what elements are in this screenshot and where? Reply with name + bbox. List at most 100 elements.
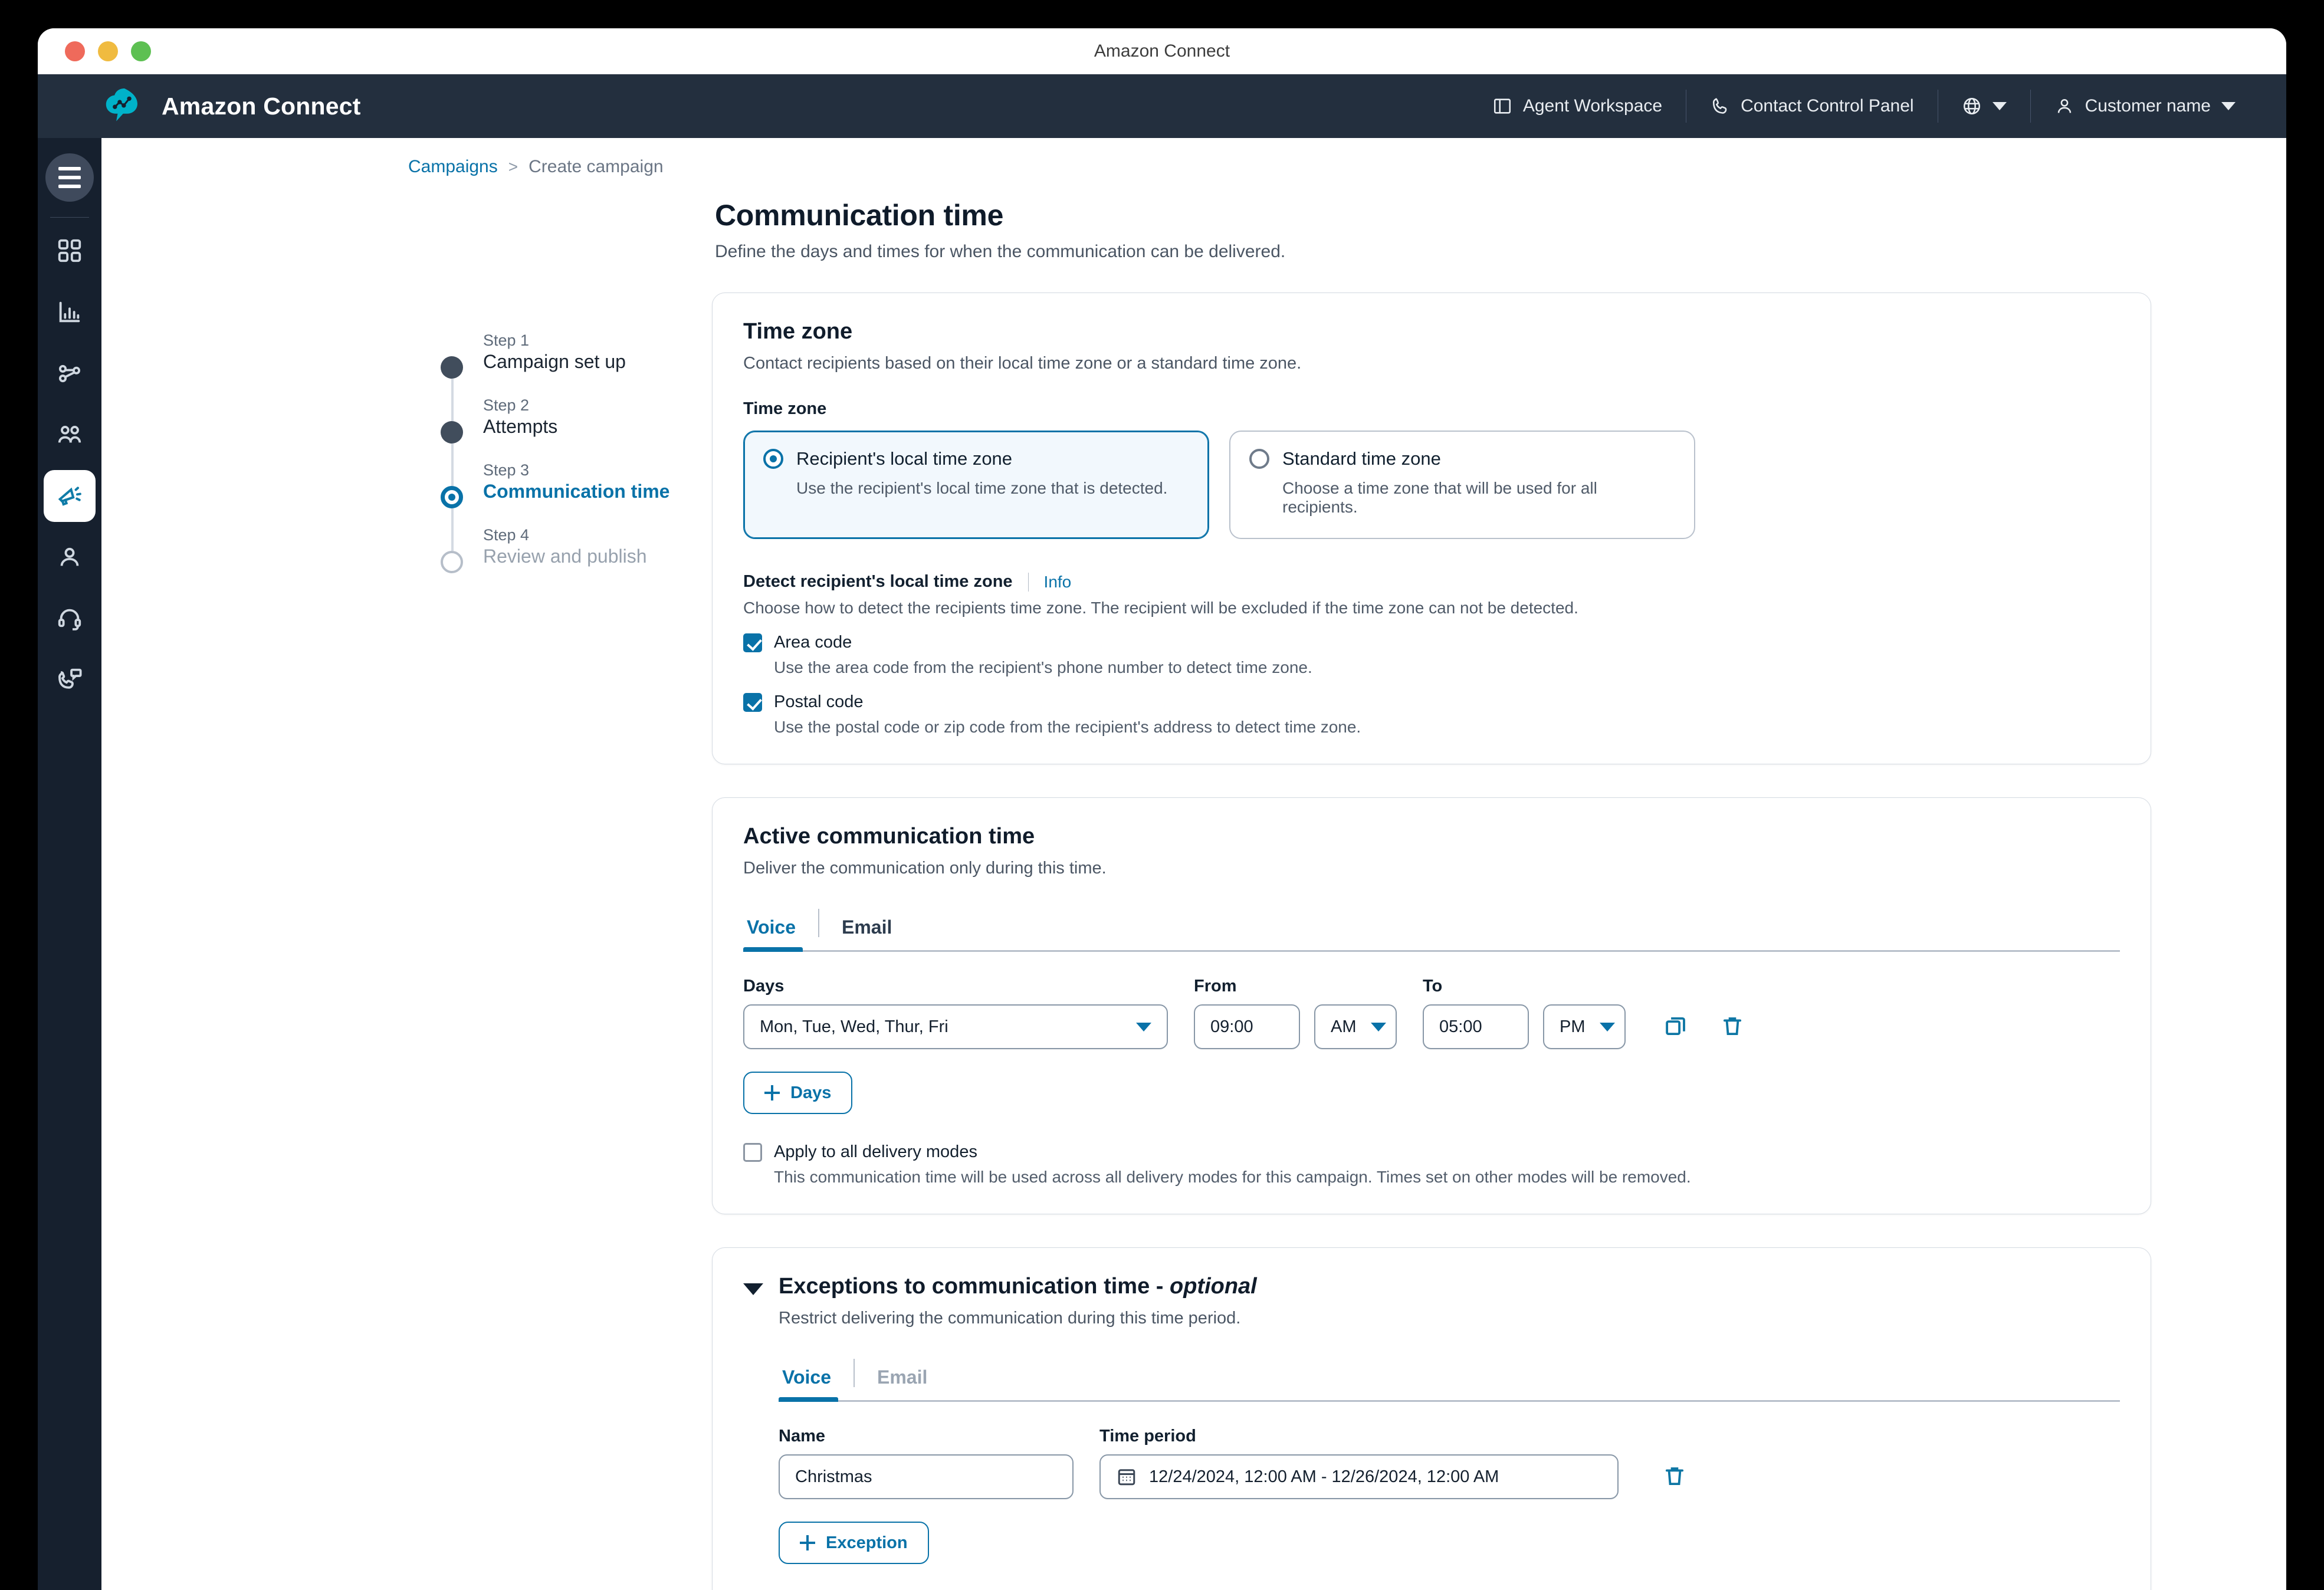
- option-label: Recipient's local time zone: [796, 448, 1013, 469]
- time-zone-option-recipient-local[interactable]: Recipient's local time zone Use the reci…: [743, 431, 1209, 539]
- days-value: Mon, Tue, Wed, Thur, Fri: [760, 1017, 948, 1036]
- flow-icon: [58, 364, 81, 383]
- checkbox-label: Area code: [774, 633, 852, 652]
- exceptions-title-text: Exceptions to communication time -: [779, 1274, 1170, 1299]
- time-zone-card: Time zone Contact recipients based on th…: [712, 293, 2151, 764]
- account-menu-button[interactable]: Customer name: [2031, 85, 2259, 127]
- megaphone-icon: [58, 487, 81, 506]
- checkbox-icon[interactable]: [743, 692, 762, 712]
- sidebar-item-analytics[interactable]: [44, 286, 96, 338]
- exceptions-body: Voice Email Name Christmas Time period 1…: [743, 1359, 2120, 1590]
- sidebar-item-phone[interactable]: [44, 654, 96, 706]
- sidebar-divider: [50, 217, 89, 218]
- customer-name-label: Customer name: [2085, 96, 2211, 116]
- to-field: To 05:00: [1423, 977, 1529, 1049]
- copy-icon: [1666, 1017, 1685, 1036]
- collapse-triangle-icon[interactable]: [743, 1283, 763, 1295]
- tab-email[interactable]: Email: [855, 1366, 950, 1400]
- agent-workspace-button[interactable]: Agent Workspace: [1469, 85, 1686, 127]
- divider: [1028, 572, 1029, 592]
- time-zone-card-subtitle: Contact recipients based on their local …: [743, 354, 1302, 373]
- tab-voice[interactable]: Voice: [779, 1366, 854, 1402]
- step-number: Step 4: [483, 526, 530, 544]
- active-communication-time-card: Active communication time Deliver the co…: [712, 797, 2151, 1214]
- days-field: Days Mon, Tue, Wed, Thur, Fri: [743, 977, 1168, 1049]
- duplicate-schedule-button[interactable]: [1657, 1008, 1694, 1044]
- language-selector[interactable]: [1938, 85, 2030, 127]
- tab-voice[interactable]: Voice: [743, 916, 818, 952]
- from-meridiem-value: AM: [1331, 1017, 1357, 1036]
- page-title: Communication time: [715, 199, 1004, 232]
- checkbox-icon[interactable]: [743, 1142, 762, 1162]
- from-label: From: [1194, 977, 1237, 996]
- amazon-connect-logo-icon: [106, 88, 137, 121]
- exception-time-period-field: Time period 12/24/2024, 12:00 AM - 12/26…: [1099, 1427, 1619, 1499]
- window-title: Amazon Connect: [1094, 41, 1230, 61]
- days-select[interactable]: Mon, Tue, Wed, Thur, Fri: [743, 1004, 1168, 1049]
- exceptions-card: Exceptions to communication time - optio…: [712, 1247, 2151, 1590]
- to-time-input[interactable]: 05:00: [1423, 1004, 1529, 1049]
- step-navigation: Step 1 Campaign set up Step 2 Attempts S…: [441, 331, 688, 591]
- step-item-3[interactable]: Step 3 Communication time: [441, 461, 688, 551]
- page-header: Communication time Define the days and t…: [101, 177, 2286, 262]
- delete-schedule-button[interactable]: [1714, 1008, 1751, 1044]
- step-item-1[interactable]: Step 1 Campaign set up: [441, 331, 688, 421]
- step-item-4[interactable]: Step 4 Review and publish: [441, 526, 688, 591]
- step-item-2[interactable]: Step 2 Attempts: [441, 396, 688, 486]
- plus-icon: [764, 1085, 780, 1100]
- exception-time-period-input[interactable]: 12/24/2024, 12:00 AM - 12/26/2024, 12:00…: [1099, 1454, 1619, 1499]
- add-days-button[interactable]: Days: [743, 1072, 853, 1114]
- chevron-down-icon: [2221, 102, 2236, 110]
- exceptions-header[interactable]: Exceptions to communication time - optio…: [743, 1274, 2120, 1299]
- time-zone-field-label: Time zone: [743, 399, 827, 418]
- from-meridiem-select[interactable]: AM: [1314, 1004, 1397, 1049]
- checkbox-icon[interactable]: [743, 633, 762, 652]
- sidebar-item-contact[interactable]: [44, 593, 96, 645]
- left-sidebar: [38, 138, 101, 1590]
- active-card-title: Active communication time: [743, 824, 1035, 849]
- time-period-label: Time period: [1099, 1427, 1196, 1446]
- to-meridiem-select[interactable]: PM: [1543, 1004, 1626, 1049]
- breadcrumb: Campaigns > Create campaign: [101, 138, 2286, 177]
- sidebar-item-flows[interactable]: [44, 347, 96, 399]
- sidebar-item-users[interactable]: [44, 409, 96, 461]
- to-time-value: 05:00: [1439, 1017, 1482, 1036]
- checkbox-label: Apply to all delivery modes: [774, 1142, 977, 1161]
- apply-all-delivery-modes-active[interactable]: Apply to all delivery modes This communi…: [743, 1142, 2120, 1187]
- exception-name-field: Name Christmas: [779, 1427, 1074, 1499]
- sidebar-item-campaigns[interactable]: [44, 470, 96, 522]
- person-icon: [60, 547, 79, 566]
- time-zone-option-standard[interactable]: Standard time zone Choose a time zone th…: [1229, 431, 1695, 539]
- step-number: Step 3: [483, 461, 530, 479]
- checkbox-area-code[interactable]: Area code Use the area code from the rec…: [743, 633, 2120, 677]
- plus-icon: [800, 1535, 815, 1550]
- exceptions-title-optional: optional: [1169, 1274, 1257, 1299]
- menu-toggle-button[interactable]: [45, 153, 94, 202]
- radio-icon: [763, 449, 783, 469]
- from-time-input[interactable]: 09:00: [1194, 1004, 1300, 1049]
- exception-time-period-value: 12/24/2024, 12:00 AM - 12/26/2024, 12:00…: [1149, 1467, 1499, 1486]
- chevron-down-icon: [1992, 102, 2007, 110]
- tab-email[interactable]: Email: [819, 916, 914, 950]
- checkbox-postal-code[interactable]: Postal code Use the postal code or zip c…: [743, 692, 2120, 737]
- schedule-row: Days Mon, Tue, Wed, Thur, Fri From 09:00: [743, 977, 2120, 1049]
- delete-exception-button[interactable]: [1656, 1458, 1693, 1494]
- sidebar-item-dashboard[interactable]: [44, 225, 96, 277]
- checkbox-description: Use the area code from the recipient's p…: [774, 658, 1312, 676]
- option-description: Choose a time zone that will be used for…: [1282, 479, 1597, 516]
- breadcrumb-campaigns-link[interactable]: Campaigns: [408, 157, 498, 177]
- brand[interactable]: Amazon Connect: [38, 84, 361, 128]
- app-header: Amazon Connect Agent Workspace Contact C…: [38, 74, 2286, 138]
- contact-control-panel-button[interactable]: Contact Control Panel: [1686, 85, 1938, 127]
- info-link[interactable]: Info: [1044, 573, 1072, 592]
- add-exception-button[interactable]: Exception: [779, 1522, 929, 1564]
- phone-chat-icon: [58, 668, 82, 689]
- step-number: Step 2: [483, 396, 530, 414]
- page-subtitle: Define the days and times for when the c…: [715, 242, 1286, 261]
- step-label: Attempts: [483, 416, 558, 438]
- detect-timezone-section: Detect recipient's local time zone Info …: [743, 572, 2120, 737]
- exception-name-input[interactable]: Christmas: [779, 1454, 1074, 1499]
- trash-icon: [1665, 1467, 1684, 1486]
- agent-workspace-label: Agent Workspace: [1522, 96, 1663, 116]
- sidebar-item-user[interactable]: [44, 531, 96, 583]
